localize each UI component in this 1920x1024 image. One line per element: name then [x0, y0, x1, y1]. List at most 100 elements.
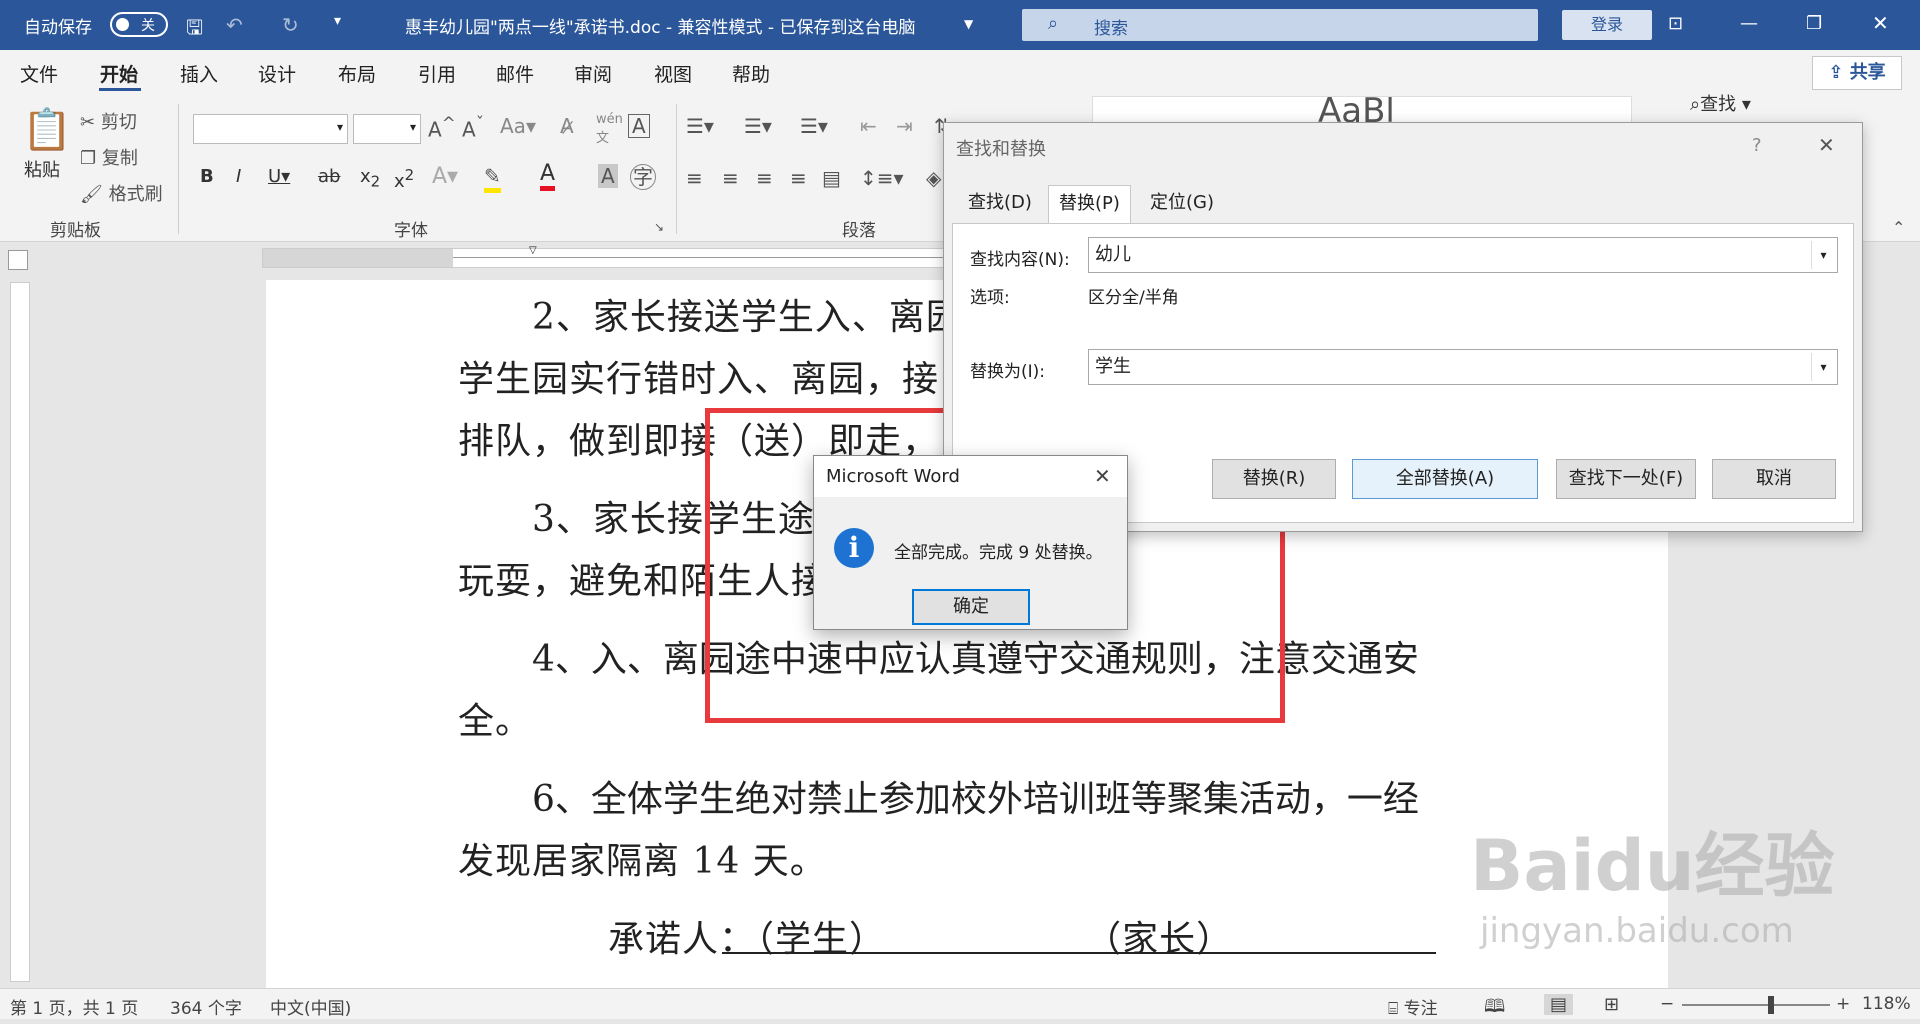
find-button[interactable]: ⌕查找 ▾: [1690, 90, 1751, 116]
font-color-icon[interactable]: A: [540, 162, 556, 191]
subscript-icon[interactable]: x2: [360, 166, 380, 191]
tab-find[interactable]: 查找(D): [958, 185, 1042, 223]
align-left-icon[interactable]: ≡: [686, 166, 703, 190]
share-button[interactable]: ⇪ 共享: [1812, 56, 1902, 90]
superscript-icon[interactable]: x2: [394, 166, 414, 192]
ribbon-display-icon[interactable]: ⊡: [1668, 13, 1683, 34]
line-spacing-icon[interactable]: ↕≡▾: [860, 166, 904, 190]
ok-button[interactable]: 确定: [912, 589, 1030, 625]
decrease-indent-icon[interactable]: ⇤: [860, 114, 877, 138]
tab-mailings[interactable]: 邮件: [496, 60, 534, 87]
justify-icon[interactable]: ≡: [790, 166, 807, 190]
align-center-icon[interactable]: ≡: [722, 166, 739, 190]
change-case-icon[interactable]: Aa▾: [500, 114, 536, 138]
numbering-icon[interactable]: ☰▾: [744, 114, 772, 138]
zoom-in-icon[interactable]: +: [1836, 994, 1850, 1014]
language-status[interactable]: 中文(中国): [270, 994, 351, 1019]
shading-icon[interactable]: ◈: [926, 166, 941, 190]
tab-selector[interactable]: [8, 250, 28, 270]
undo-icon[interactable]: ↶: [226, 13, 243, 37]
char-shading-icon[interactable]: A: [598, 164, 618, 188]
print-layout-icon[interactable]: ▤: [1544, 994, 1574, 1015]
chevron-down-icon[interactable]: ▾: [1811, 241, 1835, 269]
tab-insert[interactable]: 插入: [180, 60, 218, 87]
grow-font-icon[interactable]: A^: [428, 114, 456, 142]
cut-label: 剪切: [100, 112, 137, 133]
tab-review[interactable]: 审阅: [574, 60, 612, 87]
replace-with-label: 替换为(I):: [970, 362, 1046, 382]
cut-button[interactable]: ✂ 剪切: [80, 108, 137, 134]
autosave-state: 关: [141, 18, 155, 34]
font-size-select[interactable]: ▾: [353, 114, 421, 144]
search-input[interactable]: ⌕ 搜索: [1022, 9, 1538, 41]
paste-button[interactable]: 粘贴: [24, 156, 60, 182]
cancel-button[interactable]: 取消: [1712, 459, 1836, 499]
increase-indent-icon[interactable]: ⇥: [896, 114, 913, 138]
save-icon[interactable]: 🖫: [186, 13, 203, 47]
word-count[interactable]: 364 个字: [170, 994, 242, 1019]
dialog-close-icon[interactable]: ✕: [1818, 133, 1835, 157]
tab-references[interactable]: 引用: [418, 60, 456, 87]
bold-icon[interactable]: B: [200, 166, 214, 187]
char-border-icon[interactable]: A: [628, 114, 650, 138]
phonetic-icon[interactable]: wén 文: [596, 112, 623, 146]
tab-view[interactable]: 视图: [654, 60, 692, 87]
tab-home[interactable]: 开始: [100, 60, 138, 87]
tab-file[interactable]: 文件: [20, 60, 58, 87]
title-bar: 自动保存 关 🖫 ↶ ↻ ▾ 惠丰幼儿园"两点一线"承诺书.doc - 兼容性模…: [0, 0, 1920, 50]
paste-icon[interactable]: 📋: [22, 106, 72, 153]
tab-help[interactable]: 帮助: [732, 60, 770, 87]
text-effects-icon[interactable]: A▾: [432, 164, 458, 189]
copy-button[interactable]: ❐ 复制: [80, 144, 138, 170]
message-close-icon[interactable]: ✕: [1094, 464, 1111, 488]
read-mode-icon[interactable]: 🕮: [1484, 994, 1505, 1024]
focus-button[interactable]: ⌸ 专注: [1388, 994, 1438, 1019]
tab-goto[interactable]: 定位(G): [1140, 185, 1224, 223]
autosave-toggle[interactable]: 关: [110, 12, 168, 37]
page-count[interactable]: 第 1 页，共 1 页: [10, 994, 138, 1019]
collapse-ribbon-icon[interactable]: ⌃: [1892, 218, 1905, 237]
format-painter-button[interactable]: 🖌 格式刷: [80, 180, 163, 206]
zoom-level[interactable]: 118%: [1862, 994, 1911, 1014]
tab-design[interactable]: 设计: [258, 60, 296, 87]
enclose-char-icon[interactable]: 字: [630, 164, 656, 190]
highlight-icon[interactable]: ✎: [484, 164, 501, 193]
vertical-ruler[interactable]: [10, 282, 30, 982]
find-next-button[interactable]: 查找下一处(F): [1556, 459, 1696, 499]
replace-all-button[interactable]: 全部替换(A): [1352, 459, 1538, 499]
clear-format-icon[interactable]: A̷: [560, 114, 574, 138]
align-right-icon[interactable]: ≡: [756, 166, 773, 190]
chevron-down-icon[interactable]: ▾: [1811, 353, 1835, 381]
shrink-font-icon[interactable]: Aˇ: [462, 114, 484, 142]
tab-layout[interactable]: 布局: [338, 60, 376, 87]
help-icon[interactable]: ?: [1752, 135, 1762, 156]
font-dialog-launcher-icon[interactable]: ↘: [654, 220, 664, 234]
replace-with-input[interactable]: 学生 ▾: [1088, 349, 1838, 385]
underline-icon[interactable]: U▾: [268, 166, 290, 187]
web-layout-icon[interactable]: ⊞: [1604, 994, 1619, 1015]
italic-icon[interactable]: I: [236, 166, 241, 187]
strikethrough-icon[interactable]: ab: [318, 166, 340, 187]
bullets-icon[interactable]: ☰▾: [686, 114, 714, 138]
paragraph-4-line2: 全。: [458, 701, 533, 742]
minimize-icon[interactable]: —: [1740, 13, 1758, 34]
replace-button[interactable]: 替换(R): [1212, 459, 1336, 499]
close-icon[interactable]: ✕: [1872, 11, 1889, 35]
title-dropdown-icon[interactable]: ▼: [964, 17, 973, 31]
customize-toolbar-icon[interactable]: ▾: [334, 13, 341, 29]
login-button[interactable]: 登录: [1562, 10, 1652, 40]
indent-marker-icon[interactable]: ▽: [529, 245, 537, 256]
document-title[interactable]: 惠丰幼儿园"两点一线"承诺书.doc - 兼容性模式 - 已保存到这台电脑: [405, 13, 915, 38]
zoom-out-icon[interactable]: −: [1660, 994, 1674, 1014]
baidu-watermark: Baidu经验 jingyan.baidu.com: [1470, 810, 1835, 951]
find-what-input[interactable]: 幼儿 ▾: [1088, 237, 1838, 273]
restore-icon[interactable]: ❐: [1806, 13, 1822, 34]
distributed-icon[interactable]: ▤: [822, 166, 841, 190]
tab-replace[interactable]: 替换(P): [1048, 185, 1131, 223]
redo-icon[interactable]: ↻: [282, 13, 299, 37]
font-name-select[interactable]: ▾: [193, 114, 348, 144]
zoom-slider-thumb[interactable]: [1767, 996, 1774, 1014]
multilevel-list-icon[interactable]: ☰▾: [800, 114, 828, 138]
format-painter-label: 格式刷: [108, 184, 163, 205]
zoom-slider[interactable]: [1682, 996, 1830, 1014]
